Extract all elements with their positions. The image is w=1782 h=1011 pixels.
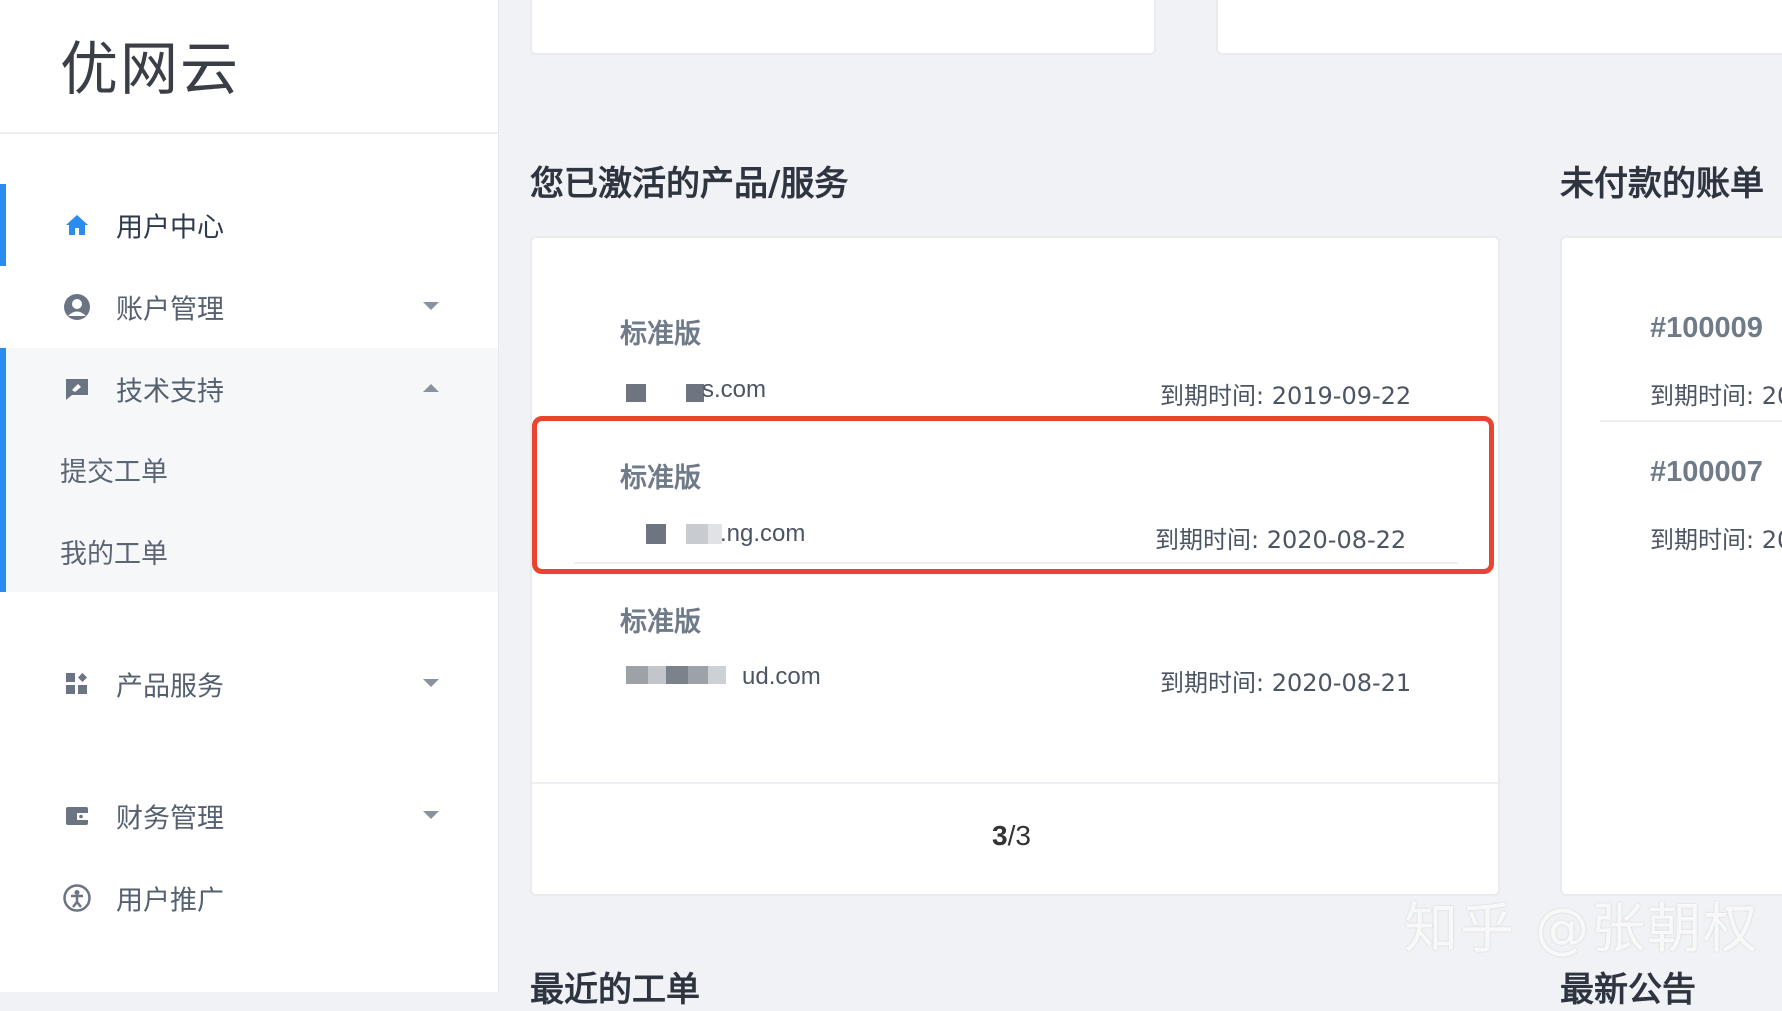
- pagination[interactable]: 3/3: [992, 820, 1031, 852]
- pagination-current: 3: [992, 820, 1008, 851]
- top-card-right: [1216, 0, 1782, 55]
- bill-expiry: 到期时间: 20: [1650, 526, 1782, 554]
- redacted-block: [626, 384, 646, 402]
- bill-id[interactable]: #100009: [1650, 312, 1763, 345]
- grid-plus-icon: [62, 669, 92, 699]
- sidebar-item-finance[interactable]: 财务管理: [0, 775, 498, 857]
- row-divider: [1600, 420, 1782, 422]
- divider: [0, 132, 498, 134]
- product-expiry: 到期时间: 2019-09-22: [1160, 382, 1412, 410]
- home-icon: [62, 210, 92, 240]
- sidebar-item-account[interactable]: 账户管理: [0, 266, 498, 348]
- chevron-down-icon: [422, 675, 440, 693]
- bill-expiry: 到期时间: 20: [1650, 382, 1782, 410]
- sidebar-subitem-submit-ticket[interactable]: 提交工单: [60, 450, 168, 489]
- sidebar-item-label: 技术支持: [116, 376, 224, 408]
- sidebar-item-label: 用户推广: [116, 885, 224, 917]
- redacted-block: [666, 666, 688, 684]
- share-icon: [62, 883, 92, 913]
- top-card-left: [530, 0, 1156, 55]
- bill-id[interactable]: #100007: [1650, 456, 1763, 489]
- user-circle-icon: [62, 292, 92, 322]
- sidebar-subitem-my-tickets[interactable]: 我的工单: [60, 532, 168, 571]
- sidebar-item-label: 用户中心: [116, 212, 224, 244]
- chevron-down-icon: [422, 298, 440, 316]
- redacted-block: [708, 666, 726, 684]
- product-domain: s.com: [702, 376, 767, 403]
- chevron-down-icon: [422, 807, 440, 825]
- redacted-block: [626, 666, 648, 684]
- redacted-block: [688, 666, 708, 684]
- sidebar-item-products[interactable]: 产品服务: [0, 643, 498, 725]
- card-footer-divider: [532, 782, 1498, 784]
- tickets-section-title: 最近的工单: [530, 970, 700, 1010]
- chevron-up-icon: [422, 380, 440, 398]
- product-plan: 标准版: [620, 607, 701, 638]
- products-section-title: 您已激活的产品/服务: [530, 164, 849, 204]
- product-expiry: 到期时间: 2020-08-21: [1160, 669, 1412, 697]
- redacted-block: [648, 666, 666, 684]
- sidebar-item-support[interactable]: 技术支持: [0, 348, 498, 430]
- bills-section-title: 未付款的账单: [1560, 164, 1764, 204]
- pagination-total: /3: [1007, 820, 1031, 851]
- sidebar-item-user-center[interactable]: 用户中心: [0, 184, 498, 266]
- highlight-box: [532, 416, 1494, 574]
- sidebar: 优网云 用户中心 账户管理 技术支持 提交工单 我的工单 产品服务 财务管理 用…: [0, 0, 499, 992]
- news-section-title: 最新公告: [1560, 970, 1696, 1010]
- brand-logo[interactable]: 优网云: [60, 22, 240, 106]
- product-domain: ud.com: [742, 663, 821, 690]
- sidebar-item-label: 财务管理: [116, 803, 224, 835]
- wallet-icon: [62, 801, 92, 831]
- sidebar-item-label: 产品服务: [116, 671, 224, 703]
- sidebar-item-label: 账户管理: [116, 294, 224, 326]
- sidebar-item-referral[interactable]: 用户推广: [0, 857, 498, 939]
- support-chat-icon: [62, 374, 92, 404]
- product-plan: 标准版: [620, 319, 701, 350]
- watermark: 知乎 @张朝权: [1404, 897, 1760, 960]
